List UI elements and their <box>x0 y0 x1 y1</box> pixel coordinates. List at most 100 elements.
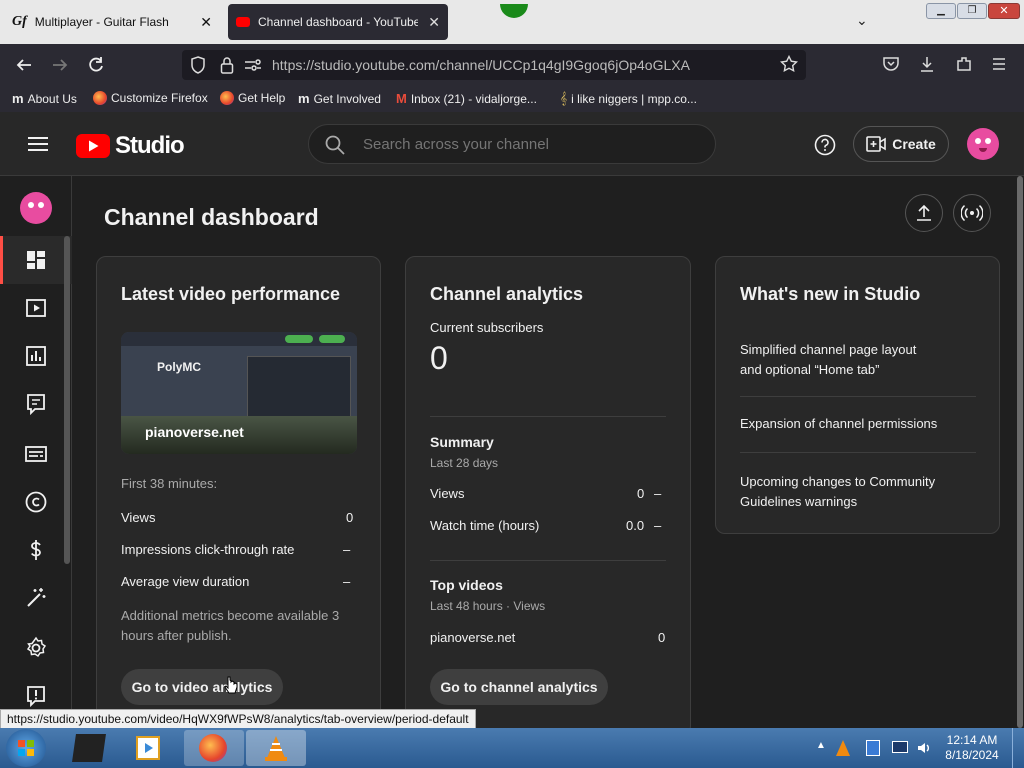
studio-logo-text: Studio <box>115 132 185 159</box>
hamburger-menu-icon[interactable] <box>28 136 48 152</box>
gmail-icon: M <box>396 91 407 106</box>
subscribers-label: Current subscribers <box>430 320 544 335</box>
vlc-cone-icon <box>265 736 287 761</box>
clock[interactable]: 12:14 AM 8/18/2024 <box>940 733 1004 763</box>
thumbnail-screenshot <box>247 356 351 418</box>
bookmark-get-help[interactable]: Get Help <box>220 91 285 105</box>
top-video-title[interactable]: pianoverse.net <box>430 630 515 645</box>
tab-title: Multiplayer - Guitar Flash <box>34 15 169 29</box>
whats-new-card: What's new in Studio Simplified channel … <box>715 256 1000 534</box>
customization-wand-icon[interactable] <box>24 586 48 610</box>
youtube-logo-icon <box>76 134 110 158</box>
extensions-icon[interactable] <box>955 55 973 73</box>
avatar-mouth <box>979 148 987 152</box>
divider <box>430 560 666 561</box>
main-scrollbar-thumb[interactable] <box>1017 176 1023 728</box>
back-icon[interactable] <box>14 55 34 75</box>
bookmark-label: About Us <box>27 91 77 106</box>
list-all-tabs-icon[interactable]: ⌄ <box>856 12 868 29</box>
taskbar-app-box-icon[interactable] <box>72 734 106 762</box>
create-label: Create <box>892 136 936 152</box>
copyright-icon[interactable] <box>24 490 48 514</box>
sidebar-scrollbar[interactable] <box>64 236 70 564</box>
studio-sidebar <box>0 176 72 728</box>
avatar-eye-left <box>28 202 34 208</box>
monetization-icon[interactable] <box>24 538 48 562</box>
bookmark-mpp[interactable]: 𝄞 i like niggers | mpp.co... <box>560 91 697 106</box>
send-feedback-icon[interactable] <box>24 684 48 708</box>
bookmark-inbox[interactable]: M Inbox (21) - vidaljorge... <box>396 91 537 106</box>
close-tab-icon[interactable]: ✕ <box>428 14 440 31</box>
restore-icon[interactable]: ❐ <box>957 3 987 19</box>
studio-logo[interactable]: Studio <box>76 132 185 160</box>
alien-decoration-icon <box>500 4 528 18</box>
card-title: What's new in Studio <box>740 284 921 304</box>
go-live-button[interactable] <box>953 194 991 232</box>
avatar-eye-left <box>975 138 981 144</box>
content-icon[interactable] <box>24 296 48 320</box>
minimize-icon[interactable]: ▁ <box>926 3 956 19</box>
comments-icon[interactable] <box>24 392 48 416</box>
summary-views-label: Views <box>430 486 465 501</box>
mozilla-icon: m <box>12 91 24 106</box>
go-to-video-analytics-button[interactable]: Go to video analytics <box>121 669 283 705</box>
bookmark-get-involved[interactable]: m Get Involved <box>298 91 381 106</box>
analytics-icon[interactable] <box>24 344 48 368</box>
subscribers-value: 0 <box>430 340 448 376</box>
reload-icon[interactable] <box>86 55 106 75</box>
forward-icon[interactable] <box>50 55 70 75</box>
dashboard-main: Channel dashboard Latest video performan… <box>72 176 1016 736</box>
tab-channel-dashboard[interactable]: Channel dashboard - YouTube ✕ <box>228 4 448 40</box>
tray-app-icon[interactable] <box>866 740 880 756</box>
avatar[interactable] <box>967 128 999 160</box>
volume-icon[interactable] <box>916 740 932 756</box>
taskbar-firefox-button[interactable] <box>184 730 244 766</box>
tray-vlc-icon[interactable] <box>836 740 850 756</box>
go-to-channel-analytics-button[interactable]: Go to channel analytics <box>430 669 608 705</box>
close-tab-icon[interactable]: ✕ <box>200 14 212 31</box>
close-window-icon[interactable]: ✕ <box>988 3 1020 19</box>
link-status-tooltip: https://studio.youtube.com/video/HqWX9fW… <box>0 709 476 729</box>
bookmark-about-us[interactable]: m About Us <box>12 91 77 106</box>
divider <box>740 396 976 397</box>
app-menu-icon[interactable] <box>991 56 1007 72</box>
help-icon[interactable] <box>814 134 836 156</box>
bookmark-star-icon[interactable] <box>780 55 798 73</box>
taskbar-media-player-icon[interactable] <box>136 736 160 760</box>
metric-views-label: Views <box>121 510 156 525</box>
search-box[interactable] <box>308 124 716 164</box>
create-button[interactable]: Create <box>853 126 949 162</box>
shield-icon[interactable] <box>190 56 206 74</box>
search-input[interactable] <box>363 133 693 155</box>
studio-header: Studio Create <box>0 112 1024 176</box>
url-text[interactable]: https://studio.youtube.com/channel/UCCp1… <box>272 57 690 73</box>
first-minutes-label: First 38 minutes: <box>121 476 218 491</box>
bookmark-customize-firefox[interactable]: Customize Firefox <box>93 91 208 105</box>
start-button[interactable] <box>6 729 46 767</box>
active-indicator <box>0 236 3 284</box>
main-scrollbar-track[interactable] <box>1016 176 1024 728</box>
upload-button[interactable] <box>905 194 943 232</box>
pocket-icon[interactable] <box>882 55 900 73</box>
settings-icon[interactable] <box>24 636 48 660</box>
tab-guitar-flash[interactable]: Gf Multiplayer - Guitar Flash ✕ <box>4 4 220 40</box>
whats-new-item[interactable]: Simplified channel page layout and optio… <box>740 340 940 380</box>
lock-icon[interactable] <box>220 56 234 74</box>
bookmark-label: Customize Firefox <box>111 91 208 105</box>
network-icon[interactable] <box>892 741 908 753</box>
show-hidden-icons-icon[interactable]: ▲ <box>816 740 826 751</box>
subtitles-icon[interactable] <box>24 442 48 466</box>
permissions-icon[interactable] <box>244 58 262 72</box>
show-desktop-button[interactable] <box>1012 728 1024 768</box>
video-thumbnail[interactable]: PolyMC pianoverse.net <box>121 332 357 454</box>
card-title: Latest video performance <box>121 284 341 304</box>
url-bar[interactable]: https://studio.youtube.com/channel/UCCp1… <box>182 50 806 80</box>
tab-title: Channel dashboard - YouTube <box>258 15 418 29</box>
whats-new-item[interactable]: Upcoming changes to Community Guidelines… <box>740 472 950 512</box>
taskbar-vlc-button[interactable] <box>246 730 306 766</box>
summary-watch-value: 0.0 <box>626 518 645 533</box>
downloads-icon[interactable] <box>918 55 936 73</box>
channel-avatar[interactable] <box>20 192 52 224</box>
whats-new-item[interactable]: Expansion of channel permissions <box>740 416 976 431</box>
sidebar-item-dashboard[interactable] <box>0 236 72 284</box>
